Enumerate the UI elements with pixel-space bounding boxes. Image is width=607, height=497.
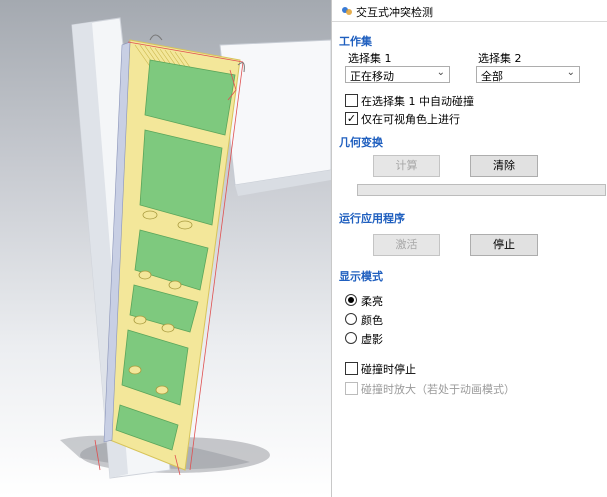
selection-set-1-dropdown[interactable]: 正在移动 ⌄ — [345, 66, 450, 83]
section-display-mode: 显示模式 — [339, 270, 383, 283]
visible-only-checkbox[interactable]: ✓ — [345, 112, 358, 125]
chevron-down-icon: ⌄ — [566, 67, 575, 78]
collision-detection-panel: 交互式冲突检测 工作集 选择集 1 选择集 2 正在移动 ⌄ 全部 ⌄ 在选择集… — [331, 0, 607, 497]
selection-set-2-dropdown[interactable]: 全部 ⌄ — [476, 66, 580, 83]
selection-set-1-label: 选择集 1 — [348, 52, 392, 65]
collision-detection-icon — [342, 7, 352, 15]
stop-on-collision-label: 碰撞时停止 — [361, 363, 416, 376]
display-mode-ghost-radio[interactable] — [345, 332, 357, 344]
3d-viewport[interactable] — [0, 0, 331, 497]
selection-set-1-value: 正在移动 — [350, 70, 394, 83]
visible-only-label: 仅在可视角色上进行 — [361, 113, 460, 126]
display-mode-ghost-label: 虚影 — [361, 333, 383, 346]
display-mode-soft-label: 柔亮 — [361, 295, 383, 308]
chevron-down-icon: ⌄ — [436, 67, 445, 78]
calculate-button[interactable]: 计算 — [373, 155, 440, 177]
zoom-on-collision-checkbox[interactable] — [345, 382, 358, 395]
zoom-on-collision-label: 碰撞时放大（若处于动画模式） — [361, 383, 515, 396]
auto-collide-checkbox[interactable] — [345, 94, 358, 107]
section-work-set: 工作集 — [339, 35, 372, 48]
3d-model-render — [60, 17, 331, 479]
clear-button[interactable]: 清除 — [470, 155, 538, 177]
panel-titlebar: 交互式冲突检测 — [332, 0, 607, 22]
section-run-app: 运行应用程序 — [339, 212, 405, 225]
section-geometry: 几何变换 — [339, 136, 383, 149]
stop-button[interactable]: 停止 — [470, 234, 538, 256]
stop-on-collision-checkbox[interactable] — [345, 362, 358, 375]
selection-set-2-label: 选择集 2 — [478, 52, 522, 65]
display-mode-soft-radio[interactable] — [345, 294, 357, 306]
display-mode-color-radio[interactable] — [345, 313, 357, 325]
panel-title: 交互式冲突检测 — [356, 6, 433, 19]
selection-set-2-value: 全部 — [481, 70, 503, 83]
auto-collide-label: 在选择集 1 中自动碰撞 — [361, 95, 474, 108]
display-mode-color-label: 颜色 — [361, 314, 383, 327]
progress-bar — [357, 184, 606, 196]
activate-button[interactable]: 激活 — [373, 234, 440, 256]
